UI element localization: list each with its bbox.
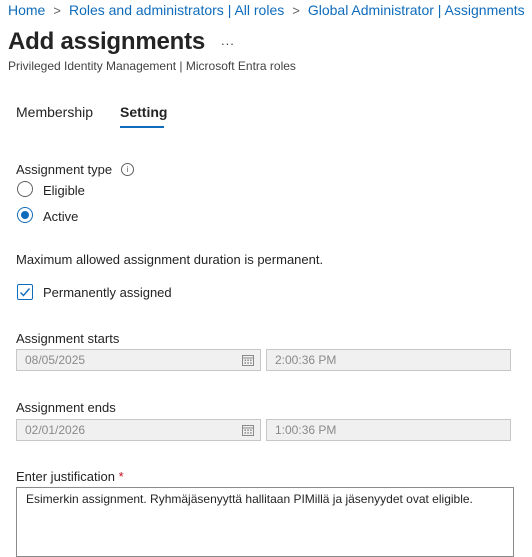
info-icon[interactable]: i — [121, 163, 134, 176]
duration-note: Maximum allowed assignment duration is p… — [16, 252, 324, 267]
breadcrumb: Home > Roles and administrators | All ro… — [8, 0, 525, 20]
tab-setting[interactable]: Setting — [120, 104, 167, 120]
assignment-ends-label: Assignment ends — [16, 400, 116, 415]
permanently-assigned-label[interactable]: Permanently assigned — [43, 285, 172, 300]
eligible-radio-label[interactable]: Eligible — [43, 183, 85, 198]
breadcrumb-separator: > — [53, 2, 61, 18]
assignment-type-label: Assignment type — [16, 162, 113, 177]
more-options-button[interactable]: ... — [221, 33, 235, 48]
tab-membership[interactable]: Membership — [16, 104, 93, 120]
start-time-value: 2:00:36 PM — [275, 353, 337, 367]
calendar-icon[interactable] — [242, 354, 254, 366]
required-indicator: * — [118, 469, 124, 484]
justification-label: Enter justification * — [16, 469, 124, 484]
permanently-assigned-checkbox[interactable] — [17, 284, 33, 300]
page-subtitle: Privileged Identity Management | Microso… — [8, 59, 296, 73]
breadcrumb-roles-and-administrators[interactable]: Roles and administrators | All roles — [69, 2, 284, 18]
checkmark-icon — [20, 288, 31, 297]
start-time-input[interactable]: 2:00:36 PM — [266, 349, 511, 371]
start-date-input[interactable]: 08/05/2025 — [16, 349, 261, 371]
justification-label-text: Enter justification — [16, 469, 115, 484]
active-radio[interactable] — [17, 207, 33, 223]
end-date-input[interactable]: 02/01/2026 — [16, 419, 261, 441]
breadcrumb-global-administrator[interactable]: Global Administrator | Assignments — [308, 2, 525, 18]
assignment-starts-label: Assignment starts — [16, 331, 120, 346]
end-time-input[interactable]: 1:00:36 PM — [266, 419, 511, 441]
page-title: Add assignments — [8, 28, 206, 55]
active-radio-label[interactable]: Active — [43, 209, 78, 224]
calendar-icon[interactable] — [242, 424, 254, 436]
end-time-value: 1:00:36 PM — [275, 423, 337, 437]
active-tab-indicator — [120, 126, 164, 128]
eligible-radio[interactable] — [17, 181, 33, 197]
end-date-value: 02/01/2026 — [25, 423, 86, 437]
start-date-value: 08/05/2025 — [25, 353, 86, 367]
breadcrumb-home[interactable]: Home — [8, 2, 45, 18]
breadcrumb-separator: > — [292, 2, 300, 18]
